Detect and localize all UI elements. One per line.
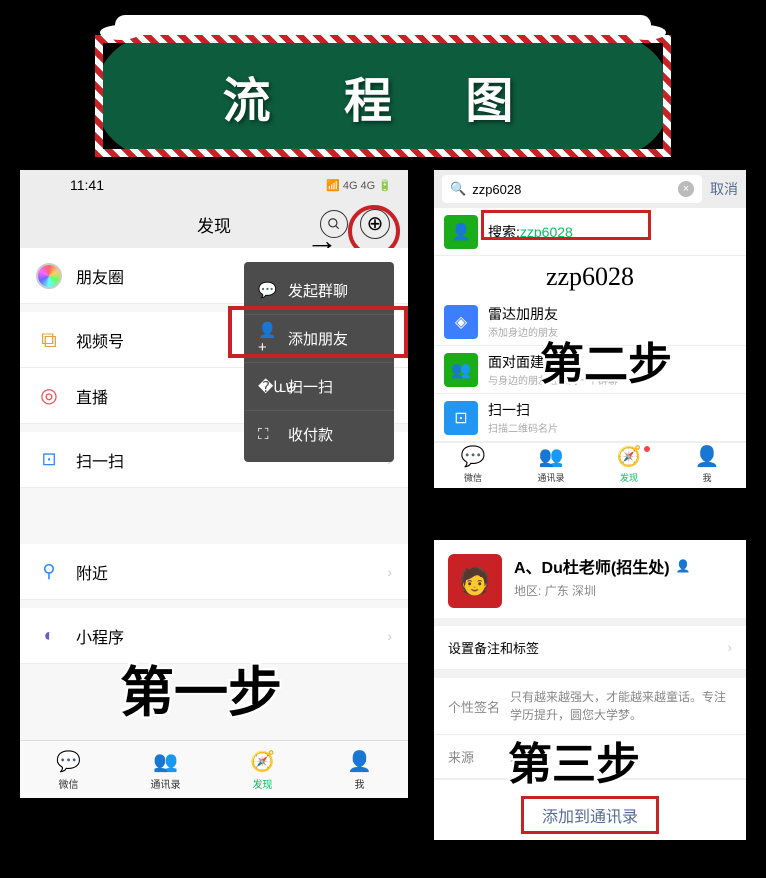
row-label: 来源: [448, 747, 510, 766]
tab-discover[interactable]: 🧭 发现: [214, 741, 311, 798]
row-title: 雷达加朋友: [488, 304, 558, 324]
compass-icon: 🧭: [250, 749, 275, 774]
step2-label: 第二步: [540, 328, 672, 392]
menu-payment[interactable]: ⛶ 收付款: [244, 410, 394, 458]
search-input[interactable]: 🔍 zzp6028 ×: [442, 175, 702, 203]
search-bar: 🔍 zzp6028 × 取消: [434, 170, 746, 208]
search-result-text: 搜索:zzp6028: [488, 222, 573, 242]
scan-icon: ⊡: [444, 401, 478, 435]
miniprogram-icon: ◐: [36, 623, 62, 649]
nav-bar: 发现 ⊕: [20, 200, 408, 248]
badge-dot: [644, 446, 650, 452]
gender-icon: 👤: [676, 559, 691, 573]
compass-icon: 🧭: [617, 444, 642, 469]
banner-frame: 流 程 图: [95, 35, 671, 157]
tab-wechat[interactable]: 💬 微信: [20, 741, 117, 798]
plus-button[interactable]: ⊕: [360, 209, 390, 239]
live-icon: ◎: [36, 383, 62, 409]
status-time: 11:41: [70, 177, 104, 193]
chevron-right-icon: ›: [387, 628, 392, 644]
tab-bar: 💬微信 👥通讯录 🧭发现 👤我: [434, 442, 746, 484]
menu-scan[interactable]: �ևש 扫一扫: [244, 362, 394, 410]
tab-bar: 💬微信 👥通讯录 🧭发现 👤我: [20, 740, 408, 798]
step3-screenshot: 🧑 A、Du杜老师(招生处)👤 地区: 广东 深圳 设置备注和标签 › 个性签名…: [434, 540, 746, 840]
row-subtitle: 扫描二维码名片: [488, 420, 558, 435]
tab-label: 我: [355, 776, 365, 791]
profile-region: 地区: 广东 深圳: [514, 582, 691, 599]
tab-label: 发现: [253, 776, 273, 791]
avatar[interactable]: 🧑: [448, 554, 502, 608]
row-value: 只有越来越强大，才能越来越童话。专注学历提升，圆您大学梦。: [510, 688, 732, 724]
row-label: 个性签名: [448, 697, 510, 716]
banner-title: 流 程 图: [103, 61, 663, 131]
step3-label: 第三步: [508, 728, 640, 792]
cell-nearby[interactable]: ⚲ 附近 ›: [20, 544, 408, 600]
chevron-right-icon: ›: [387, 564, 392, 580]
row-title: 扫一扫: [488, 400, 558, 420]
status-bar: 11:41 📶 4G 4G 🔋: [20, 170, 408, 200]
id-display: zzp6028: [434, 256, 746, 298]
row-label: 设置备注和标签: [448, 638, 539, 657]
profile-name: A、Du杜老师(招生处)👤: [514, 554, 691, 578]
step1-label: 第一步: [120, 648, 282, 727]
remark-row[interactable]: 设置备注和标签 ›: [434, 626, 746, 670]
scan-row[interactable]: ⊡ 扫一扫扫描二维码名片: [434, 394, 746, 442]
add-friend-icon: 👤+: [258, 321, 278, 356]
tab-label: 微信: [464, 471, 482, 484]
title-banner: 流 程 图: [95, 15, 671, 157]
menu-group-chat[interactable]: 💬 发起群聊: [244, 266, 394, 314]
tab-me[interactable]: 👤我: [311, 741, 408, 798]
contacts-icon: 👥: [539, 444, 564, 469]
tab-discover[interactable]: 🧭 发现: [590, 443, 668, 484]
menu-label: 添加朋友: [288, 328, 348, 349]
clear-icon[interactable]: ×: [678, 181, 694, 197]
tab-me[interactable]: 👤我: [668, 443, 746, 484]
snow-decoration: [115, 15, 651, 35]
nav-title: 发现: [197, 212, 231, 237]
tab-contacts[interactable]: 👥 通讯录: [512, 443, 590, 484]
chevron-right-icon: ›: [728, 640, 732, 655]
status-icons: 📶 4G 4G 🔋: [326, 179, 392, 192]
profile-header: 🧑 A、Du杜老师(招生处)👤 地区: 广东 深圳: [434, 540, 746, 618]
chat-icon: 💬: [461, 444, 486, 469]
contacts-icon: 👥: [153, 749, 178, 774]
highlight-box: 添加到通讯录: [521, 796, 659, 834]
tab-label: 发现: [620, 471, 638, 484]
moments-icon: [36, 263, 62, 289]
video-icon: ⧉: [36, 327, 62, 353]
scan-icon: �ևש: [258, 378, 278, 396]
search-icon: 🔍: [450, 181, 466, 197]
cell-label: 附近: [76, 560, 387, 584]
search-result-icon: 👤: [444, 215, 478, 249]
cancel-button[interactable]: 取消: [710, 179, 738, 199]
nearby-icon: ⚲: [36, 559, 62, 585]
tab-label: 微信: [59, 776, 79, 791]
payment-icon: ⛶: [258, 426, 278, 443]
search-value: zzp6028: [472, 182, 678, 197]
tab-wechat[interactable]: 💬 微信: [434, 443, 512, 484]
search-result-row[interactable]: 👤 搜索:zzp6028: [434, 208, 746, 256]
menu-label: 收付款: [288, 424, 333, 445]
group-icon: 👥: [444, 353, 478, 387]
menu-label: 发起群聊: [288, 280, 348, 301]
tab-contacts[interactable]: 👥 通讯录: [117, 741, 214, 798]
tab-label: 通讯录: [537, 471, 564, 484]
tab-label: 通讯录: [151, 776, 181, 791]
signature-row: 个性签名 只有越来越强大，才能越来越童话。专注学历提升，圆您大学梦。: [434, 678, 746, 735]
menu-label: 扫一扫: [288, 376, 333, 397]
radar-icon: ◈: [444, 305, 478, 339]
menu-add-friend[interactable]: 👤+ 添加朋友: [244, 314, 394, 362]
chat-icon: 💬: [56, 749, 81, 774]
person-icon: 👤: [347, 749, 372, 774]
tab-label: 我: [702, 471, 711, 484]
plus-menu: 💬 发起群聊 👤+ 添加朋友 �ևש 扫一扫 ⛶ 收付款: [244, 262, 394, 462]
chat-icon: 💬: [258, 281, 278, 299]
scan-icon: ⊡: [36, 447, 62, 473]
person-icon: 👤: [695, 444, 720, 469]
add-to-contacts-button[interactable]: 添加到通讯录: [542, 803, 638, 827]
cell-label: 小程序: [76, 624, 387, 648]
